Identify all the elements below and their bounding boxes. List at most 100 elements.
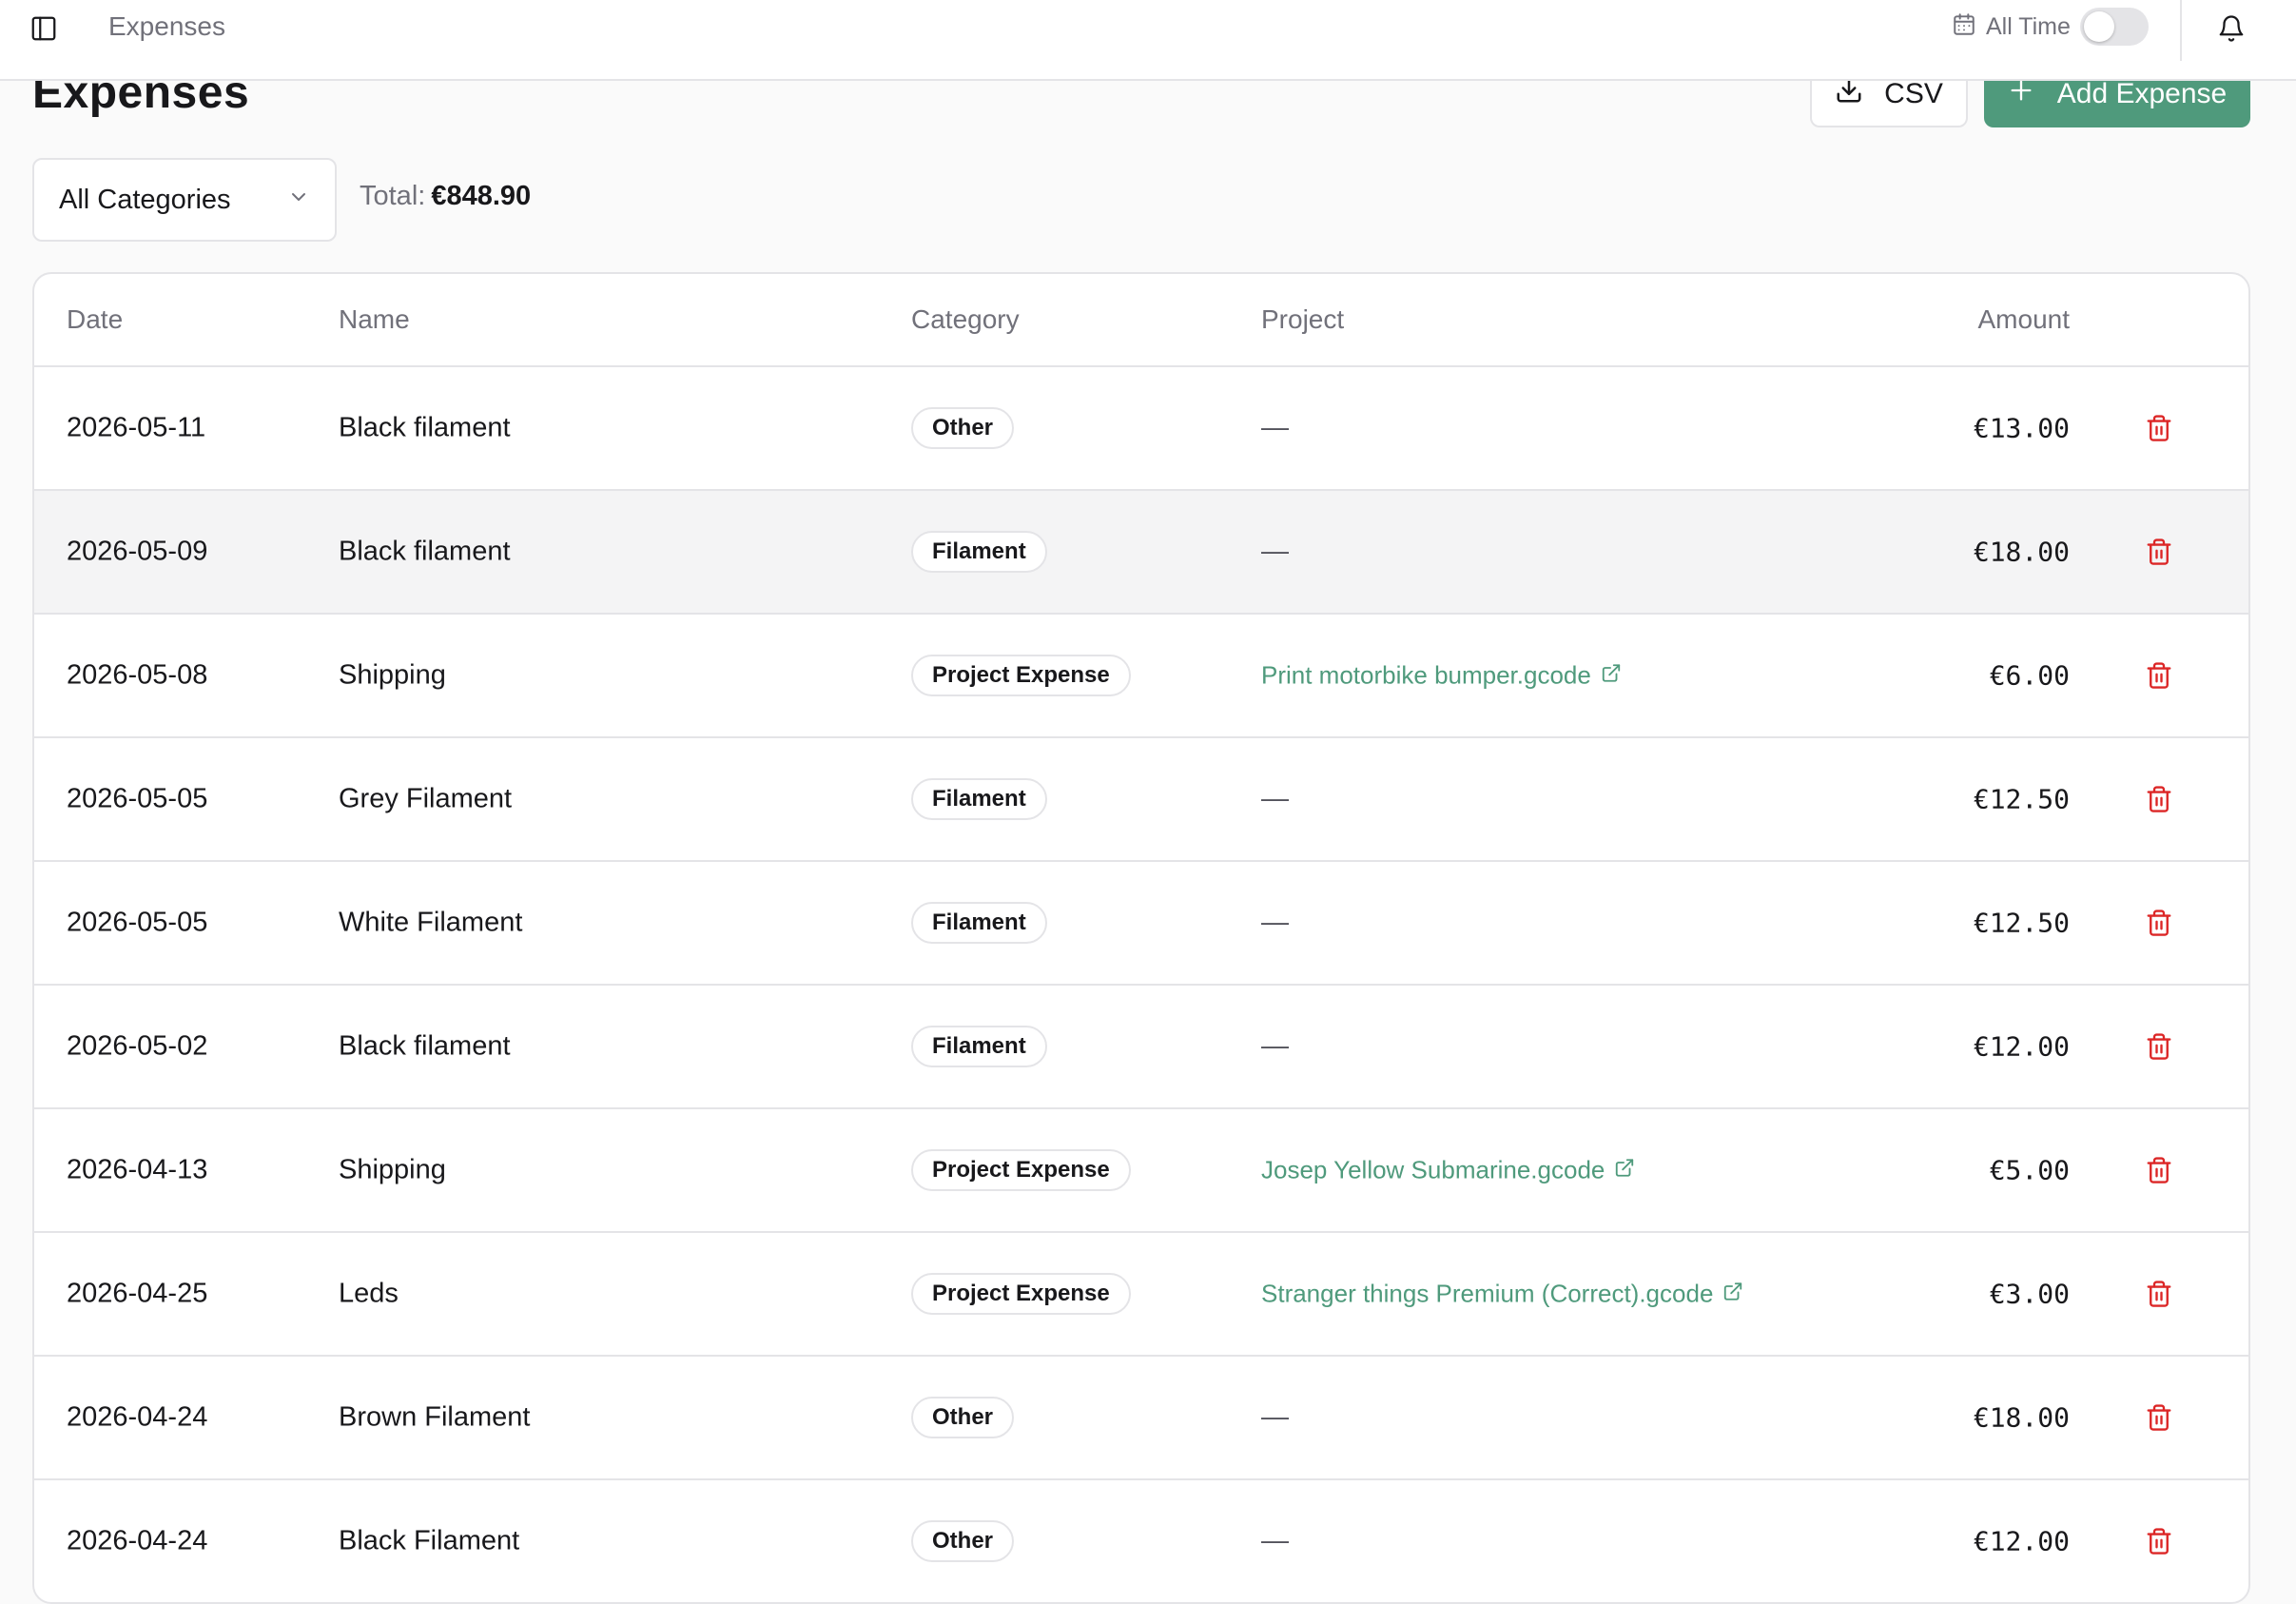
external-link-icon: [1722, 1280, 1743, 1309]
project-link-label: Stranger things Premium (Correct).gcode: [1261, 1279, 1714, 1308]
expense-name: Brown Filament: [339, 1401, 531, 1433]
table-row[interactable]: 2026-05-08 Shipping Project Expense Prin…: [34, 615, 2248, 738]
expense-category: Project Expense: [911, 1273, 1131, 1315]
total-label: Total:: [360, 181, 426, 211]
project-link-label: Print motorbike bumper.gcode: [1261, 660, 1591, 690]
expense-date: 2026-05-08: [67, 659, 208, 691]
expense-category: Project Expense: [911, 655, 1131, 696]
expense-date: 2026-05-09: [67, 536, 208, 567]
expense-project: —: [1261, 908, 1289, 939]
category-badge: Filament: [911, 902, 1047, 944]
expense-amount: €13.00: [1973, 412, 2070, 444]
top-bar: Expenses All Time: [0, 0, 2296, 81]
table-row[interactable]: 2026-05-11 Black filament Other — €13.00: [34, 367, 2248, 491]
expense-amount: €12.50: [1973, 907, 2070, 939]
empty-project-dash: —: [1261, 1030, 1289, 1062]
table-row[interactable]: 2026-05-09 Black filament Filament — €18…: [34, 491, 2248, 615]
add-expense-label: Add Expense: [2056, 78, 2228, 109]
date-range-group: All Time: [1952, 8, 2149, 46]
external-link-icon: [1601, 661, 1622, 691]
table-row[interactable]: 2026-04-25 Leds Project Expense Stranger…: [34, 1233, 2248, 1357]
table-row[interactable]: 2026-05-05 Grey Filament Filament — €12.…: [34, 738, 2248, 862]
empty-project-dash: —: [1261, 907, 1289, 938]
category-badge: Project Expense: [911, 1149, 1131, 1191]
expense-date: 2026-05-02: [67, 1030, 208, 1062]
expense-category: Filament: [911, 1026, 1047, 1067]
project-link[interactable]: Print motorbike bumper.gcode: [1261, 661, 1622, 691]
column-header-name: Name: [339, 304, 410, 334]
expense-project: —: [1261, 1526, 1289, 1557]
expense-project: —: [1261, 537, 1289, 568]
expense-date: 2026-05-11: [67, 412, 206, 443]
expense-project: Print motorbike bumper.gcode: [1261, 660, 1622, 692]
expense-name: Black Filament: [339, 1525, 520, 1556]
table-row[interactable]: 2026-04-13 Shipping Project Expense Jose…: [34, 1109, 2248, 1233]
trash-icon[interactable]: [2142, 1153, 2176, 1187]
table-row[interactable]: 2026-05-05 White Filament Filament — €12…: [34, 862, 2248, 986]
expense-category: Filament: [911, 531, 1047, 573]
expense-amount: €12.00: [1973, 1525, 2070, 1557]
expense-name: Shipping: [339, 659, 446, 691]
project-link[interactable]: Josep Yellow Submarine.gcode: [1261, 1156, 1635, 1185]
expense-category: Filament: [911, 778, 1047, 820]
category-badge: Filament: [911, 531, 1047, 573]
expense-project: —: [1261, 1031, 1289, 1063]
category-badge: Other: [911, 407, 1015, 449]
download-icon: [1835, 76, 1863, 112]
expense-project: —: [1261, 413, 1289, 444]
expense-name: Black filament: [339, 412, 511, 443]
expense-date: 2026-04-25: [67, 1278, 208, 1309]
trash-icon[interactable]: [2142, 1029, 2176, 1064]
category-badge: Filament: [911, 1026, 1047, 1067]
project-link[interactable]: Stranger things Premium (Correct).gcode: [1261, 1280, 1743, 1309]
table-row[interactable]: 2026-05-02 Black filament Filament — €12…: [34, 986, 2248, 1109]
all-time-toggle[interactable]: [2079, 8, 2149, 46]
toggle-knob: [2083, 11, 2114, 42]
empty-project-dash: —: [1261, 783, 1289, 814]
expense-project: —: [1261, 784, 1289, 815]
expense-category: Project Expense: [911, 1149, 1131, 1191]
expense-name: Black filament: [339, 536, 511, 567]
expense-name: Shipping: [339, 1154, 446, 1185]
expense-amount: €5.00: [1989, 1154, 2070, 1186]
plus-icon: [2008, 77, 2034, 111]
trash-icon[interactable]: [2142, 1400, 2176, 1435]
category-filter-select[interactable]: All Categories: [32, 158, 337, 242]
bell-icon[interactable]: [2214, 11, 2248, 46]
category-badge: Other: [911, 1520, 1015, 1562]
expense-name: Black filament: [339, 1030, 511, 1062]
trash-icon[interactable]: [2142, 658, 2176, 693]
project-link-label: Josep Yellow Submarine.gcode: [1261, 1155, 1605, 1184]
total-summary: Total: €848.90: [360, 181, 531, 212]
expense-amount: €12.50: [1973, 783, 2070, 815]
trash-icon[interactable]: [2142, 1524, 2176, 1558]
column-header-category: Category: [911, 304, 1020, 334]
topbar-divider: [2180, 0, 2182, 61]
trash-icon[interactable]: [2142, 1277, 2176, 1311]
trash-icon[interactable]: [2142, 906, 2176, 940]
expense-amount: €18.00: [1973, 536, 2070, 568]
column-header-date: Date: [67, 304, 124, 334]
category-badge: Project Expense: [911, 1273, 1131, 1315]
category-badge: Other: [911, 1397, 1015, 1438]
category-filter-value: All Categories: [59, 184, 231, 215]
chevron-down-icon: [287, 185, 310, 216]
category-badge: Project Expense: [911, 655, 1131, 696]
sidebar-toggle-icon[interactable]: [27, 11, 61, 46]
expense-project: Josep Yellow Submarine.gcode: [1261, 1155, 1635, 1186]
expense-date: 2026-04-13: [67, 1154, 208, 1185]
trash-icon[interactable]: [2142, 535, 2176, 569]
table-row[interactable]: 2026-04-24 Black Filament Other — €12.00: [34, 1480, 2248, 1602]
expense-date: 2026-04-24: [67, 1401, 208, 1433]
expense-amount: €6.00: [1989, 659, 2070, 692]
expense-name: White Filament: [339, 907, 523, 938]
external-link-icon: [1614, 1156, 1635, 1185]
empty-project-dash: —: [1261, 1525, 1289, 1556]
expense-date: 2026-04-24: [67, 1525, 208, 1556]
trash-icon[interactable]: [2142, 782, 2176, 816]
table-row[interactable]: 2026-04-24 Brown Filament Other — €18.00: [34, 1357, 2248, 1480]
expense-category: Other: [911, 1520, 1015, 1562]
topbar-title: Expenses: [108, 11, 225, 41]
calendar-icon: [1952, 12, 1976, 42]
trash-icon[interactable]: [2142, 411, 2176, 445]
